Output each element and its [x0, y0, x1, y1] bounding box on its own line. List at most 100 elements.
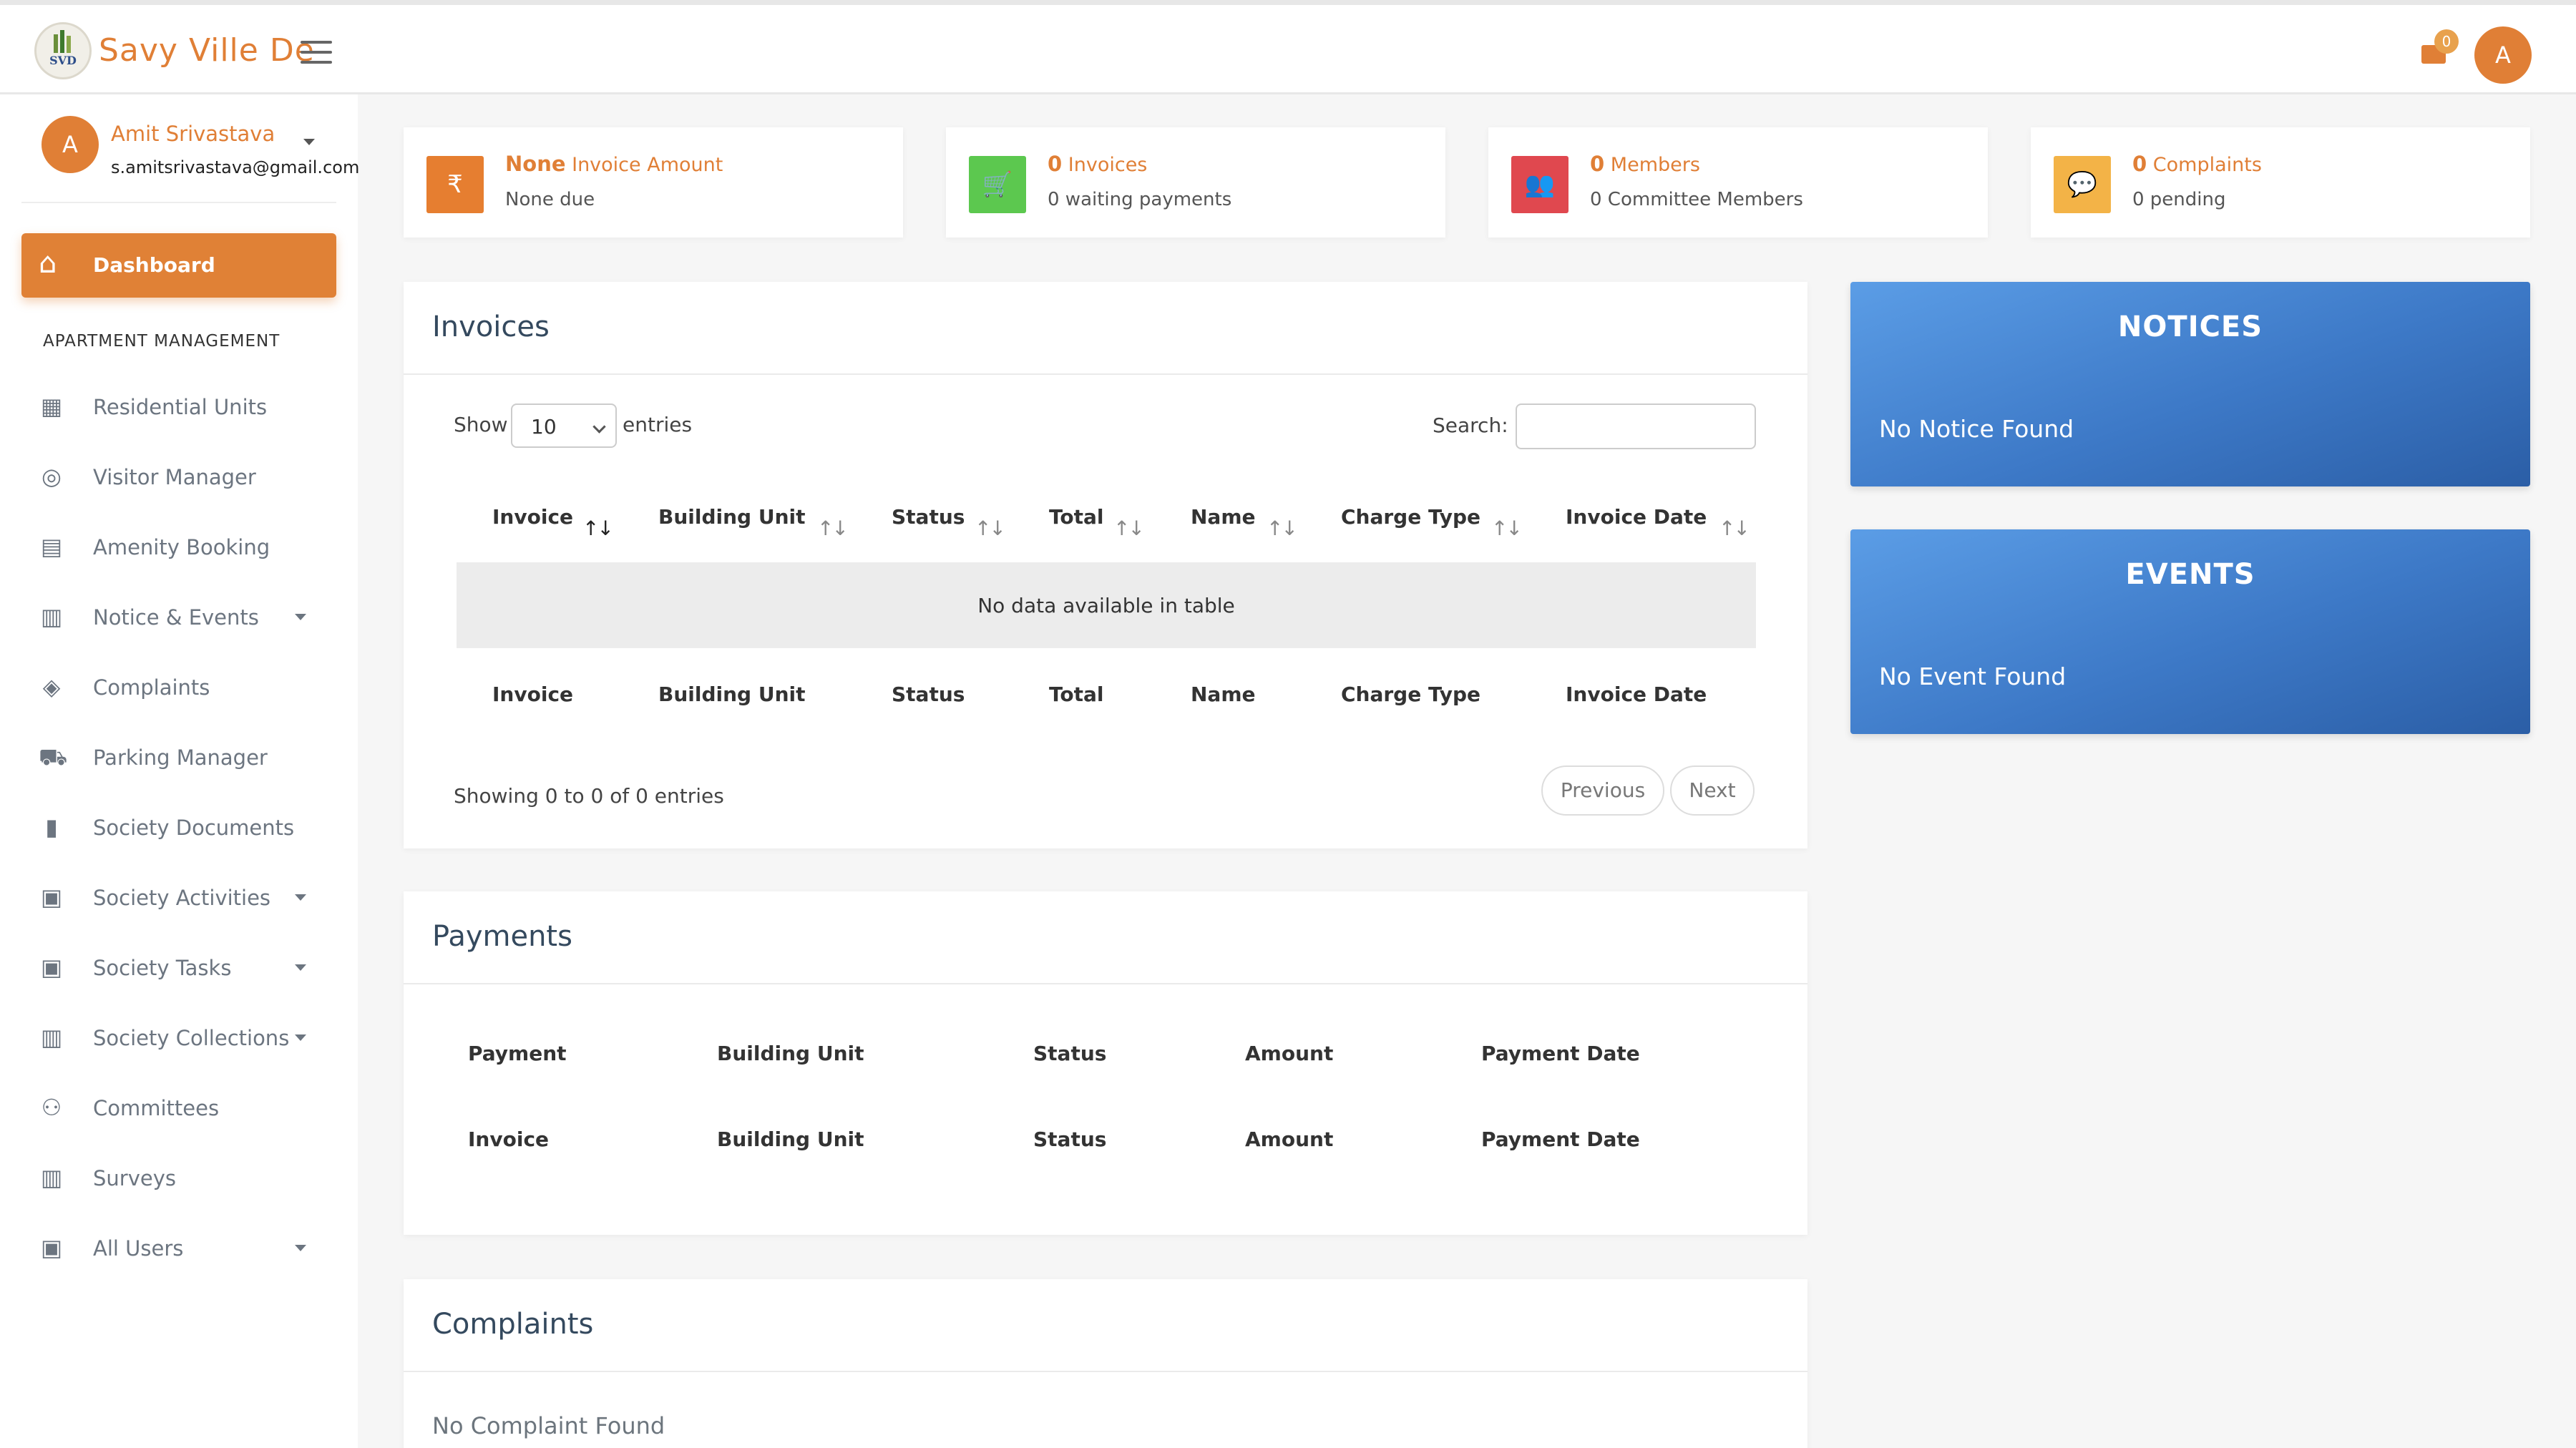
sidebar-item-9[interactable]: ▥ Society Collections [0, 1009, 358, 1066]
column-header[interactable]: Invoice Date [1566, 505, 1707, 529]
sort-icon[interactable]: ↑↓ [1719, 517, 1750, 540]
column-header[interactable]: Charge Type [1341, 505, 1480, 529]
sort-icon[interactable]: ↑↓ [1491, 517, 1523, 540]
stat-subtext: 0 Committee Members [1590, 189, 1803, 210]
sidebar-item-7[interactable]: ▣ Society Activities [0, 869, 358, 926]
payments-column-header[interactable]: Status [1033, 1042, 1106, 1065]
sidebar-item-dashboard[interactable]: ⌂ Dashboard [21, 233, 336, 298]
stat-value: 0 [1048, 152, 1063, 176]
complaints-panel: Complaints No Complaint Found [404, 1279, 1807, 1448]
column-header[interactable]: Name [1191, 505, 1256, 529]
app-title[interactable]: Savy Ville De [99, 32, 315, 69]
sidebar-divider [21, 202, 336, 203]
sidebar-item-12[interactable]: ▣ All Users [0, 1219, 358, 1276]
entries-label: entries [623, 413, 693, 436]
table-info: Showing 0 to 0 of 0 entries [454, 784, 724, 808]
sidebar-item-1[interactable]: ◎ Visitor Manager [0, 448, 358, 505]
chevron-down-icon [295, 614, 306, 620]
logo-mark-icon: SVD [49, 30, 77, 67]
payments-column-header[interactable]: Amount [1245, 1042, 1333, 1065]
sidebar-item-label: All Users [93, 1236, 184, 1261]
payments-title: Payments [432, 920, 572, 953]
home-icon: ⌂ [39, 247, 57, 280]
payments-column-footer: Payment Date [1481, 1127, 1640, 1151]
notices-empty-message: No Notice Found [1879, 415, 2074, 443]
previous-button[interactable]: Previous [1541, 765, 1664, 816]
sidebar-item-8[interactable]: ▣ Society Tasks [0, 939, 358, 996]
layers-icon: ◈ [42, 673, 61, 700]
column-header[interactable]: Total [1049, 505, 1104, 529]
top-bar: SVD Savy Ville De 0 A [0, 0, 2576, 94]
notices-box: NOTICES No Notice Found [1850, 282, 2530, 486]
no-complaint-message: No Complaint Found [432, 1412, 665, 1439]
sort-icon[interactable]: ↑↓ [1113, 517, 1145, 540]
stat-label: Invoice Amount [572, 154, 723, 176]
stat-value: None [505, 152, 566, 176]
sidebar-section-heading: APARTMENT MANAGEMENT [43, 332, 280, 351]
payments-column-footer: Status [1033, 1127, 1107, 1151]
cart-icon: 🛒 [969, 156, 1026, 213]
stat-title: 0 Complaints [2132, 152, 2262, 176]
user-name[interactable]: Amit Srivastava [111, 122, 275, 146]
file-icon: ▮ [45, 813, 58, 841]
user-menu-caret-icon[interactable] [303, 139, 315, 145]
events-empty-message: No Event Found [1879, 662, 2067, 690]
users-icon: 👥 [1511, 156, 1568, 213]
next-button[interactable]: Next [1670, 765, 1755, 816]
sidebar-item-label: Visitor Manager [93, 465, 256, 489]
sort-icon[interactable]: ↑↓ [582, 517, 614, 540]
payments-column-header[interactable]: Payment Date [1481, 1042, 1640, 1065]
stat-card-0[interactable]: ₹ None Invoice Amount None due [404, 127, 903, 238]
table-empty-row: No data available in table [457, 562, 1756, 648]
sidebar-item-4[interactable]: ◈ Complaints [0, 658, 358, 715]
sidebar-item-2[interactable]: ▤ Amenity Booking [0, 518, 358, 575]
sidebar-item-label: Amenity Booking [93, 535, 270, 559]
panel-divider [404, 983, 1807, 984]
sidebar-item-label: Society Documents [93, 816, 295, 840]
panel-divider [404, 373, 1807, 375]
sidebar-item-0[interactable]: ▦ Residential Units [0, 378, 358, 435]
stat-value: 0 [1590, 152, 1605, 176]
search-input[interactable] [1516, 403, 1756, 449]
complaints-title: Complaints [432, 1308, 594, 1341]
comment-icon: 💬 [2054, 156, 2111, 213]
column-header[interactable]: Invoice [492, 505, 573, 529]
building-icon: ▦ [40, 393, 63, 420]
stat-label: Members [1610, 154, 1700, 176]
stat-card-1[interactable]: 🛒 0 Invoices 0 waiting payments [946, 127, 1445, 238]
stat-card-2[interactable]: 👥 0 Members 0 Committee Members [1488, 127, 1988, 238]
sidebar-item-3[interactable]: ▥ Notice & Events [0, 588, 358, 645]
events-box: EVENTS No Event Found [1850, 529, 2530, 734]
sort-icon[interactable]: ↑↓ [1267, 517, 1298, 540]
menu-toggle-icon[interactable] [301, 41, 332, 64]
column-header[interactable]: Building Unit [658, 505, 806, 529]
chevron-down-icon [295, 1034, 306, 1041]
header-avatar[interactable]: A [2474, 26, 2532, 84]
sidebar-item-5[interactable]: ⛟ Parking Manager [0, 728, 358, 786]
column-footer: Invoice [492, 683, 574, 706]
sort-icon[interactable]: ↑↓ [975, 517, 1006, 540]
sidebar-item-label: Surveys [93, 1166, 176, 1190]
payments-column-header[interactable]: Payment [468, 1042, 567, 1065]
payments-column-header[interactable]: Building Unit [717, 1042, 864, 1065]
column-footer: Total [1049, 683, 1104, 706]
events-title: EVENTS [2125, 558, 2255, 591]
sidebar-item-label: Dashboard [93, 253, 215, 277]
stat-subtext: None due [505, 189, 595, 210]
sidebar-item-6[interactable]: ▮ Society Documents [0, 798, 358, 856]
sidebar-item-label: Notice & Events [93, 605, 259, 630]
sidebar-item-11[interactable]: ▥ Surveys [0, 1149, 358, 1206]
sidebar-item-label: Parking Manager [93, 745, 268, 770]
stat-label: Invoices [1068, 154, 1148, 176]
entries-select[interactable]: 10 [511, 403, 617, 448]
logo[interactable]: SVD [34, 22, 92, 79]
stat-title: None Invoice Amount [505, 152, 723, 176]
user-avatar[interactable]: A [42, 116, 99, 173]
payments-column-footer: Invoice [468, 1127, 550, 1151]
rupee-icon: ₹ [426, 156, 484, 213]
stat-card-3[interactable]: 💬 0 Complaints 0 pending [2031, 127, 2530, 238]
sidebar-item-10[interactable]: ⚇ Committees [0, 1079, 358, 1136]
stat-title: 0 Invoices [1048, 152, 1147, 176]
column-header[interactable]: Status [892, 505, 965, 529]
sort-icon[interactable]: ↑↓ [817, 517, 849, 540]
